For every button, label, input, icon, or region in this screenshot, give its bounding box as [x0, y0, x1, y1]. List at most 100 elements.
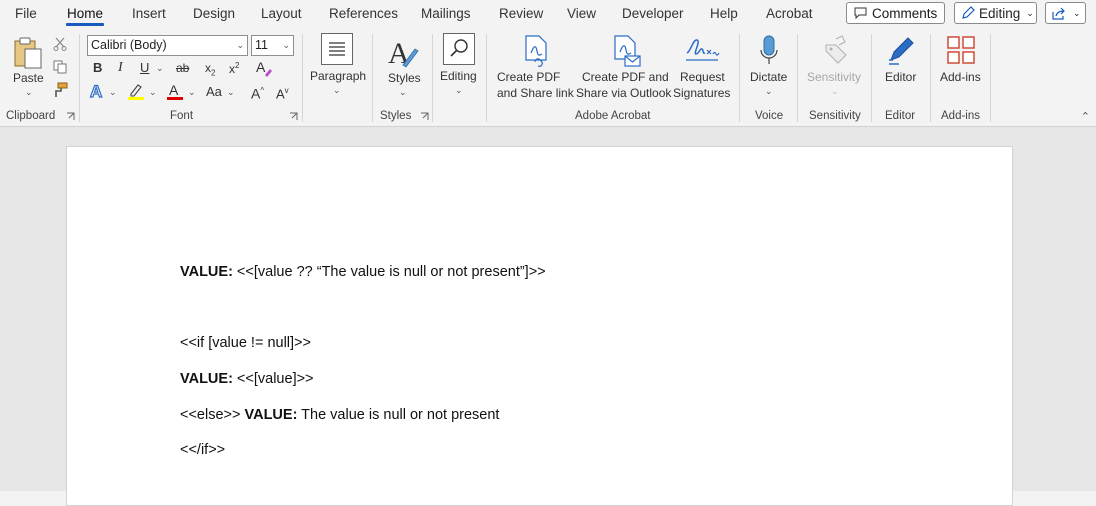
- svg-text:A: A: [90, 82, 102, 100]
- divider: [930, 34, 931, 122]
- add-ins-grid-icon: [947, 36, 975, 64]
- else-text: The value is null or not present: [297, 407, 500, 423]
- tab-help[interactable]: Help: [710, 6, 738, 21]
- group-label-styles: Styles: [380, 110, 412, 122]
- group-label-voice: Voice: [755, 110, 784, 122]
- dialog-launcher-icon[interactable]: [289, 112, 298, 121]
- menu-bar: File Home Insert Design Layout Reference…: [0, 0, 1096, 30]
- clear-formatting-icon[interactable]: A: [255, 59, 273, 77]
- grow-font-button[interactable]: A^: [251, 83, 264, 102]
- tab-review[interactable]: Review: [499, 6, 543, 21]
- group-label-add-ins: Add-ins: [941, 110, 980, 122]
- tab-home[interactable]: Home: [65, 6, 105, 26]
- comment-icon: [854, 7, 867, 19]
- font-color-icon[interactable]: A: [166, 82, 184, 100]
- paragraph-icon: [321, 33, 353, 65]
- value-label: VALUE:: [244, 407, 298, 423]
- paragraph-label: Paragraph: [310, 69, 367, 83]
- underline-button[interactable]: U: [140, 60, 149, 76]
- chevron-down-icon: ⌄: [236, 40, 244, 50]
- font-name-select[interactable]: Calibri (Body) ⌄: [87, 35, 248, 56]
- cut-icon[interactable]: [53, 37, 67, 51]
- divider: [432, 34, 433, 122]
- value-label: VALUE:: [180, 371, 233, 387]
- divider: [79, 34, 80, 122]
- font-size-select[interactable]: 11 ⌄: [251, 35, 294, 56]
- tab-references[interactable]: References: [329, 6, 398, 21]
- search-icon: [443, 33, 475, 65]
- outlook-label-line1: Create PDF and: [582, 70, 669, 84]
- bold-button[interactable]: B: [93, 60, 102, 76]
- subscript-button[interactable]: x2: [205, 60, 215, 81]
- document-canvas: VALUE: <<[value ?? “The value is null or…: [0, 127, 1096, 506]
- italic-button[interactable]: I: [118, 60, 123, 76]
- value-expression: <<[value ?? “The value is null or not pr…: [232, 264, 546, 280]
- doc-line-else[interactable]: <<else>> VALUE: The value is null or not…: [180, 407, 499, 423]
- microphone-icon: [760, 35, 778, 64]
- divider: [739, 34, 740, 122]
- tab-mailings[interactable]: Mailings: [421, 6, 471, 21]
- chevron-down-icon[interactable]: ⌄: [227, 87, 235, 98]
- else-tag: <<else>>: [180, 407, 245, 423]
- strikethrough-button[interactable]: ab: [176, 60, 189, 76]
- font-name-value: Calibri (Body): [91, 38, 167, 52]
- tab-view[interactable]: View: [567, 6, 596, 21]
- add-ins-label: Add-ins: [940, 70, 981, 84]
- chevron-down-icon[interactable]: ⌄: [149, 87, 157, 98]
- group-label-sensitivity: Sensitivity: [809, 110, 861, 122]
- chevron-down-icon: ⌄: [455, 85, 463, 95]
- share-button[interactable]: ⌄: [1045, 2, 1086, 24]
- tab-design[interactable]: Design: [193, 6, 235, 21]
- chevron-down-icon[interactable]: ⌄: [109, 87, 117, 98]
- doc-line-if[interactable]: <<if [value != null]>>: [180, 335, 311, 351]
- pdf-link-icon: [525, 35, 547, 67]
- styles-label: Styles: [388, 71, 421, 85]
- change-case-button[interactable]: Aa: [206, 84, 222, 100]
- highlighter-icon[interactable]: [127, 82, 145, 100]
- divider: [372, 34, 373, 122]
- doc-line-value[interactable]: VALUE: <<[value]>>: [180, 371, 314, 387]
- text-effects-icon[interactable]: A: [89, 82, 107, 100]
- chevron-down-icon: ⌄: [1026, 7, 1034, 18]
- tab-layout[interactable]: Layout: [261, 6, 302, 21]
- tab-developer[interactable]: Developer: [622, 6, 684, 21]
- svg-text:A: A: [169, 82, 179, 98]
- request-label-line2: Signatures: [673, 86, 731, 100]
- group-label-font: Font: [170, 110, 194, 122]
- document-page[interactable]: VALUE: <<[value ?? “The value is null or…: [66, 146, 1013, 506]
- pdf-outlook-icon: [614, 35, 641, 67]
- svg-text:A: A: [256, 59, 266, 75]
- doc-line-value-fallback[interactable]: VALUE: <<[value ?? “The value is null or…: [180, 264, 546, 280]
- shrink-font-button[interactable]: Av: [276, 83, 289, 102]
- tab-acrobat[interactable]: Acrobat: [766, 6, 813, 21]
- sensitivity-icon: [825, 35, 847, 64]
- format-painter-icon[interactable]: [52, 82, 68, 98]
- comments-button[interactable]: Comments: [846, 2, 945, 24]
- dictate-label: Dictate: [750, 70, 788, 84]
- tab-insert[interactable]: Insert: [132, 6, 166, 21]
- divider: [871, 34, 872, 122]
- copy-icon[interactable]: [53, 60, 67, 74]
- chevron-down-icon[interactable]: ⌄: [156, 63, 164, 74]
- outlook-label-line2: Share via Outlook: [576, 86, 672, 100]
- chevron-down-icon[interactable]: ⌄: [188, 87, 196, 98]
- create-pdf-label-line1: Create PDF: [497, 70, 561, 84]
- chevron-down-icon: ⌄: [1073, 7, 1081, 18]
- doc-line-endif[interactable]: <</if>>: [180, 442, 225, 458]
- superscript-button[interactable]: x2: [229, 58, 239, 77]
- tab-file[interactable]: File: [15, 6, 37, 21]
- endif-tag: <</if>>: [180, 442, 226, 458]
- group-label-clipboard: Clipboard: [6, 110, 56, 122]
- chevron-down-icon: ⌄: [333, 85, 341, 95]
- editing-mode-button[interactable]: Editing ⌄: [954, 2, 1037, 24]
- chevron-down-icon: ⌄: [282, 40, 290, 50]
- comments-label: Comments: [872, 5, 938, 21]
- dialog-launcher-icon[interactable]: [420, 112, 429, 121]
- divider: [302, 34, 303, 122]
- editor-label: Editor: [885, 70, 917, 84]
- divider: [486, 34, 487, 122]
- collapse-ribbon-icon[interactable]: ⌃: [1081, 110, 1090, 123]
- divider: [990, 34, 991, 122]
- value-label: VALUE:: [180, 264, 233, 280]
- dialog-launcher-icon[interactable]: [66, 112, 75, 121]
